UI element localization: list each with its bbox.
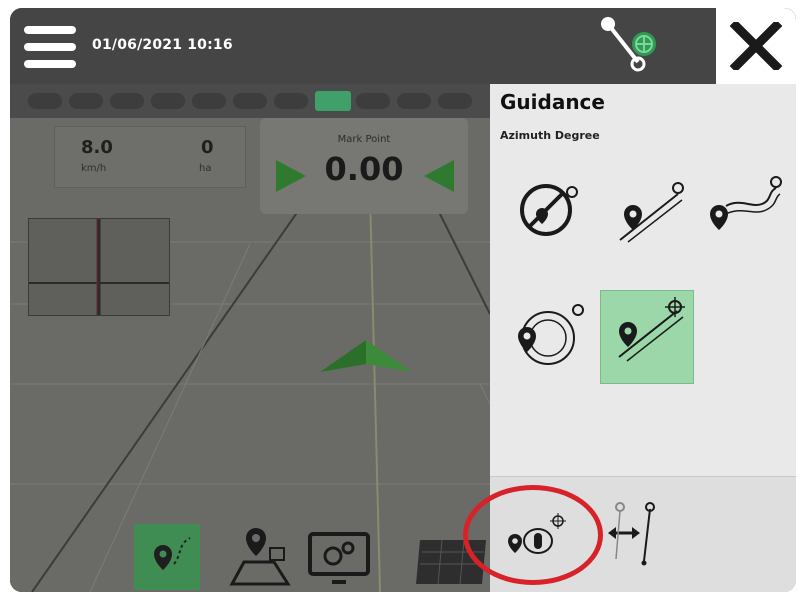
guidance-mode-icon[interactable] [134, 524, 200, 590]
boom-section-8[interactable] [315, 91, 351, 111]
hamburger-menu-icon[interactable] [24, 26, 76, 68]
guidance-panel: Guidance Azimuth Degree [490, 84, 796, 592]
gps-status-icon[interactable] [598, 14, 660, 78]
guidance-tools-bar [490, 477, 796, 592]
area-value: 0 [201, 137, 214, 158]
boom-section-6[interactable] [233, 93, 267, 109]
boom-section-4[interactable] [151, 93, 185, 109]
speed-value: 8.0 [81, 137, 113, 158]
boom-section-2[interactable] [69, 93, 103, 109]
boom-section-7[interactable] [274, 93, 308, 109]
panel-subtitle: Azimuth Degree [500, 129, 600, 142]
console-settings-icon[interactable] [306, 524, 372, 590]
speed-area-readout: 8.0 km/h 0 ha [54, 126, 246, 188]
close-button[interactable] [716, 8, 796, 84]
straight-ab-guidance-icon [619, 182, 684, 243]
boom-section-1[interactable] [28, 93, 62, 109]
date-time: 01/06/2021 10:16 [92, 37, 233, 53]
area-unit: ha [199, 163, 212, 174]
speed-unit: km/h [81, 163, 107, 174]
cross-track-value: 0.00 [324, 150, 404, 188]
panel-title: Guidance [500, 90, 605, 114]
cross-track-label: Mark Point [337, 134, 391, 145]
steer-left-arrow-icon [424, 160, 454, 192]
guidance-map[interactable]: 8.0 km/h 0 ha Mark Point 0.00 [10, 84, 490, 592]
no-guidance-icon [520, 184, 578, 236]
boom-section-10[interactable] [397, 93, 431, 109]
circle-pivot-guidance-icon [518, 304, 584, 365]
azimuth-degree-option[interactable] [600, 290, 694, 384]
field-boundary-icon[interactable] [226, 524, 292, 590]
curved-ab-guidance-icon [710, 176, 782, 230]
boom-section-bar [10, 84, 490, 118]
steer-right-arrow-icon [276, 160, 306, 192]
curved-ab-option[interactable] [696, 164, 788, 256]
app-window: 01/06/2021 10:16 8.0 km/h 0 ha Mark Poin… [10, 8, 796, 592]
guideline-shift-icon[interactable] [606, 499, 656, 571]
circle-pivot-option[interactable] [504, 290, 596, 382]
close-icon [730, 22, 782, 70]
boom-section-9[interactable] [356, 93, 390, 109]
mini-map[interactable] [28, 218, 170, 316]
azimuth-degree-guidance-icon [618, 297, 685, 362]
boom-section-11[interactable] [438, 93, 472, 109]
no-guidance-option[interactable] [504, 164, 596, 256]
boom-section-3[interactable] [110, 93, 144, 109]
mark-point-tool-icon[interactable] [500, 507, 570, 567]
boom-section-5[interactable] [192, 93, 226, 109]
cross-track-readout: Mark Point 0.00 [260, 118, 468, 214]
top-bar: 01/06/2021 10:16 [10, 8, 796, 84]
straight-ab-option[interactable] [600, 164, 692, 256]
bottom-toolbar [130, 516, 490, 592]
coverage-map-icon[interactable] [412, 524, 490, 590]
